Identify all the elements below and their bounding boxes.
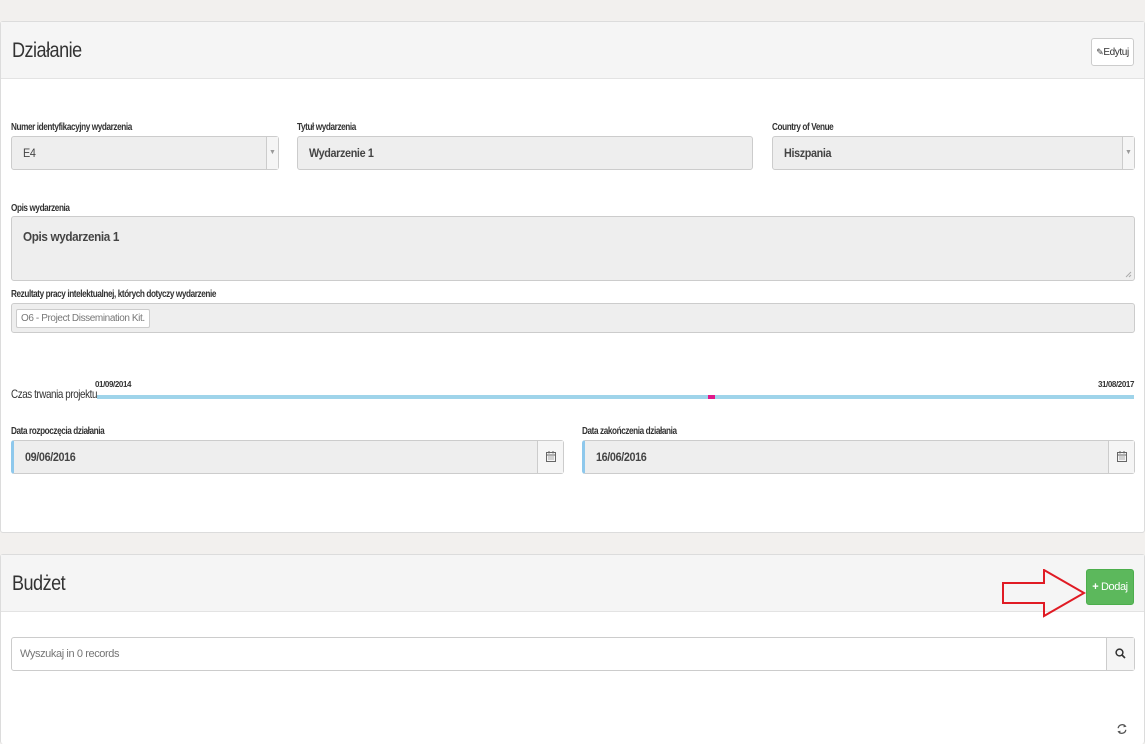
timeline-bar (97, 395, 1134, 399)
event-title-value: Wydarzenie 1 (309, 146, 374, 160)
edit-button[interactable]: ✎Edytuj (1091, 38, 1134, 66)
outputs-multiselect[interactable]: O6 - Project Dissemination Kit. (11, 303, 1135, 333)
timeline-label: Czas trwania projektu (11, 387, 98, 401)
budget-title: Budżet (12, 572, 66, 595)
description-value: Opis wydarzenia 1 (23, 229, 119, 244)
end-date-calendar-button[interactable] (1108, 441, 1134, 473)
event-title-field[interactable]: Wydarzenie 1 (297, 136, 753, 170)
budget-panel: Budżet + Dodaj (0, 554, 1145, 744)
budget-panel-header: Budżet + Dodaj (1, 555, 1144, 612)
country-select[interactable]: Hiszpania ▼ (772, 136, 1135, 170)
timeline-end-date: 31/08/2017 (1097, 380, 1134, 389)
event-id-label: Numer identyfikacyjny wydarzenia (11, 122, 132, 133)
add-button[interactable]: + Dodaj (1086, 569, 1134, 605)
resize-handle-icon[interactable] (1125, 271, 1132, 278)
timeline-marker (708, 395, 715, 399)
end-date-field[interactable]: 16/06/2016 (582, 440, 1135, 474)
search-icon (1115, 648, 1126, 659)
start-date-value: 09/06/2016 (25, 450, 76, 464)
add-button-label: Dodaj (1100, 581, 1128, 593)
arrow-annotation-icon (1002, 569, 1086, 618)
output-tag[interactable]: O6 - Project Dissemination Kit. (16, 309, 150, 328)
plus-icon: + (1092, 581, 1099, 593)
activity-title: Działanie (12, 39, 82, 62)
activity-panel: Działanie ✎Edytuj Numer identyfikacyjny … (0, 21, 1145, 533)
chevron-down-icon: ▼ (266, 137, 278, 169)
search-input[interactable] (12, 638, 1106, 670)
calendar-icon (545, 451, 556, 462)
refresh-icon[interactable] (1116, 723, 1128, 735)
timeline-start-date: 01/09/2014 (95, 380, 132, 389)
activity-panel-header: Działanie ✎Edytuj (1, 22, 1144, 79)
end-date-value: 16/06/2016 (596, 450, 647, 464)
calendar-icon (1116, 451, 1127, 462)
event-id-select[interactable]: E4 ▼ (11, 136, 279, 170)
event-title-label: Tytuł wydarzenia (297, 122, 356, 133)
start-date-field[interactable]: 09/06/2016 (11, 440, 564, 474)
search-button[interactable] (1106, 638, 1134, 670)
end-date-label: Data zakończenia działania (582, 426, 677, 437)
outputs-label: Rezultaty pracy intelektualnej, których … (11, 289, 216, 300)
start-date-label: Data rozpoczęcia działania (11, 426, 105, 437)
edit-button-label: Edytuj (1103, 47, 1129, 58)
chevron-down-icon: ▼ (1122, 137, 1134, 169)
search-box (11, 637, 1135, 671)
description-textarea[interactable]: Opis wydarzenia 1 (11, 216, 1135, 281)
start-date-calendar-button[interactable] (537, 441, 563, 473)
country-value: Hiszpania (784, 146, 832, 160)
description-label: Opis wydarzenia (11, 203, 70, 214)
country-label: Country of Venue (772, 122, 834, 133)
event-id-value: E4 (23, 146, 36, 160)
